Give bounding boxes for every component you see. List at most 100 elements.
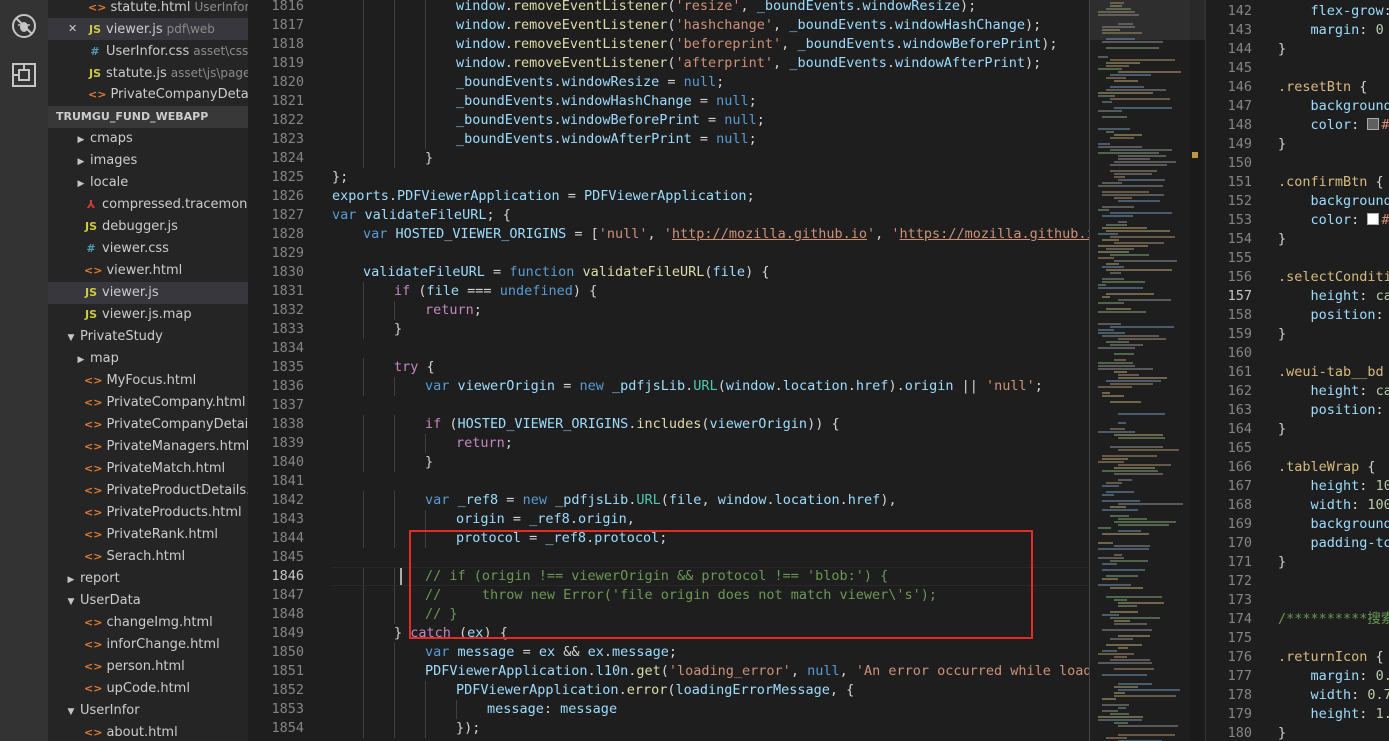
code-token: = bbox=[659, 74, 684, 90]
code-token: } bbox=[1278, 326, 1287, 342]
folder-item[interactable]: ▶ cmaps bbox=[48, 128, 248, 150]
chevron-down-icon[interactable]: ▼ bbox=[66, 701, 76, 722]
minimap-line bbox=[1102, 296, 1110, 298]
minimap-line bbox=[1106, 89, 1166, 91]
code-token: 'resize' bbox=[675, 0, 741, 14]
folder-item[interactable]: ▶ images bbox=[48, 150, 248, 172]
file-item[interactable]: <> about.html bbox=[48, 722, 248, 741]
minimap-line bbox=[1114, 161, 1176, 163]
item-path: pdf\web bbox=[166, 22, 215, 36]
file-item[interactable]: <> PrivateMatch.html bbox=[48, 458, 248, 480]
code-token: removeEventListener bbox=[512, 17, 668, 33]
code-line: margin: 0.8 bbox=[1278, 667, 1389, 686]
code-token: removeEventListener bbox=[512, 36, 668, 52]
minimap-line bbox=[1118, 437, 1165, 439]
minimap-line bbox=[1098, 461, 1124, 463]
minimap-line bbox=[1114, 473, 1163, 475]
folder-item[interactable]: ▶ locale bbox=[48, 172, 248, 194]
folder-item[interactable]: ▶ report bbox=[48, 568, 248, 590]
item-label: statute.html bbox=[110, 0, 191, 15]
file-item[interactable]: <> statute.html UserInfor bbox=[48, 0, 248, 18]
chevron-right-icon[interactable]: ▶ bbox=[76, 151, 86, 172]
minimap-slider[interactable] bbox=[1090, 0, 1205, 40]
minimap-line bbox=[1102, 194, 1164, 196]
file-item[interactable]: JS statute.jsasset\js\page\... bbox=[48, 62, 248, 84]
chevron-down-icon[interactable]: ▼ bbox=[66, 591, 76, 612]
code-token: 'beforeprint' bbox=[675, 36, 782, 52]
minimap-line bbox=[1114, 599, 1127, 601]
file-item[interactable]: JS debugger.js bbox=[48, 216, 248, 238]
file-item[interactable]: <> changeImg.html bbox=[48, 612, 248, 634]
code-token: loadingErrorMessage bbox=[675, 682, 830, 698]
chevron-right-icon[interactable]: ▶ bbox=[76, 173, 86, 194]
folder-item[interactable]: ▶ map bbox=[48, 348, 248, 370]
file-item[interactable]: <> Serach.html bbox=[48, 546, 248, 568]
html-icon: <> bbox=[88, 1, 107, 14]
code-token: message bbox=[560, 701, 618, 717]
chevron-right-icon[interactable]: ▶ bbox=[76, 129, 86, 150]
file-item[interactable]: <> MyFocus.html bbox=[48, 370, 248, 392]
file-item[interactable]: <>PrivateProductDetails.html bbox=[48, 480, 248, 502]
minimap-line bbox=[1106, 596, 1162, 598]
vertical-scrollbar[interactable] bbox=[1190, 0, 1204, 741]
minimap-line bbox=[1114, 656, 1127, 658]
code-token: . bbox=[504, 17, 513, 33]
file-item[interactable]: <> upCode.html bbox=[48, 678, 248, 700]
minimap-line bbox=[1110, 446, 1163, 448]
color-swatch-icon[interactable] bbox=[1367, 213, 1380, 225]
minimap-line bbox=[1102, 710, 1118, 712]
file-item[interactable]: <> inforChange.html bbox=[48, 634, 248, 656]
close-icon[interactable]: ✕ bbox=[68, 18, 77, 40]
file-item[interactable]: JS viewer.js bbox=[48, 282, 248, 304]
file-item[interactable]: <> viewer.html bbox=[48, 260, 248, 282]
code-line: _boundEvents.windowAfterPrint = null; bbox=[456, 130, 757, 149]
file-item[interactable]: <> PrivateCompany.html bbox=[48, 392, 248, 414]
line-number: 1821 bbox=[271, 93, 304, 109]
file-item[interactable]: ⅄ compressed.tracemonk... bbox=[48, 194, 248, 216]
code-token: var bbox=[363, 226, 388, 242]
code-line: color: # bbox=[1278, 211, 1389, 230]
css-editor[interactable]: 142 flex-grow: 1; 143 margin: 0 0 144} 145 1… bbox=[1205, 0, 1389, 741]
file-item[interactable]: <> PrivateManagers.html bbox=[48, 436, 248, 458]
code-token: removeEventListener bbox=[512, 55, 668, 71]
minimap[interactable] bbox=[1090, 0, 1205, 741]
file-item[interactable]: # viewer.css bbox=[48, 238, 248, 260]
minimap-line bbox=[1102, 674, 1147, 676]
color-swatch-icon[interactable] bbox=[1367, 118, 1380, 130]
folder-item[interactable]: ▼ UserInfor bbox=[48, 700, 248, 722]
line-number: 1854 bbox=[271, 720, 304, 736]
minimap-line bbox=[1114, 353, 1134, 355]
line-number: 160 bbox=[1227, 345, 1252, 361]
file-item[interactable]: <> person.html bbox=[48, 656, 248, 678]
item-label: map bbox=[90, 351, 119, 366]
js-icon: JS bbox=[88, 67, 101, 80]
file-item[interactable]: <>PrivateCompanyDetails.ht... bbox=[48, 414, 248, 436]
minimap-line bbox=[1110, 236, 1175, 238]
chevron-right-icon[interactable]: ▶ bbox=[66, 569, 76, 590]
code-line: _boundEvents.windowBeforePrint = null; bbox=[456, 111, 765, 130]
file-item[interactable]: <> PrivateProducts.html bbox=[48, 502, 248, 524]
line-number: 168 bbox=[1227, 497, 1252, 513]
file-item[interactable]: <>PrivateCompanyDetails... bbox=[48, 84, 248, 106]
folder-item[interactable]: ▼ UserData bbox=[48, 590, 248, 612]
file-item[interactable]: # UserInfor.cssasset\css\... bbox=[48, 40, 248, 62]
file-item[interactable]: JS viewer.js.map bbox=[48, 304, 248, 326]
minimap-line bbox=[1114, 434, 1163, 436]
file-item[interactable]: ✕ JS viewer.js pdf\web bbox=[48, 18, 248, 40]
debug-icon[interactable] bbox=[10, 12, 38, 40]
extensions-icon[interactable] bbox=[10, 61, 38, 89]
explorer-section-header[interactable]: TRUMGU_FUND_WEBAPP bbox=[48, 106, 248, 128]
code-token: cal bbox=[1375, 383, 1389, 399]
folder-item[interactable]: ▼ PrivateStudy bbox=[48, 326, 248, 348]
line-number: 1819 bbox=[271, 55, 304, 71]
minimap-line bbox=[1098, 542, 1113, 544]
item-label: statute.js bbox=[106, 66, 167, 81]
minimap-line bbox=[1098, 287, 1143, 289]
chevron-down-icon[interactable]: ▼ bbox=[66, 327, 76, 348]
chevron-right-icon[interactable]: ▶ bbox=[76, 349, 86, 370]
file-item[interactable]: <> PrivateRank.html bbox=[48, 524, 248, 546]
minimap-line bbox=[1102, 569, 1145, 571]
